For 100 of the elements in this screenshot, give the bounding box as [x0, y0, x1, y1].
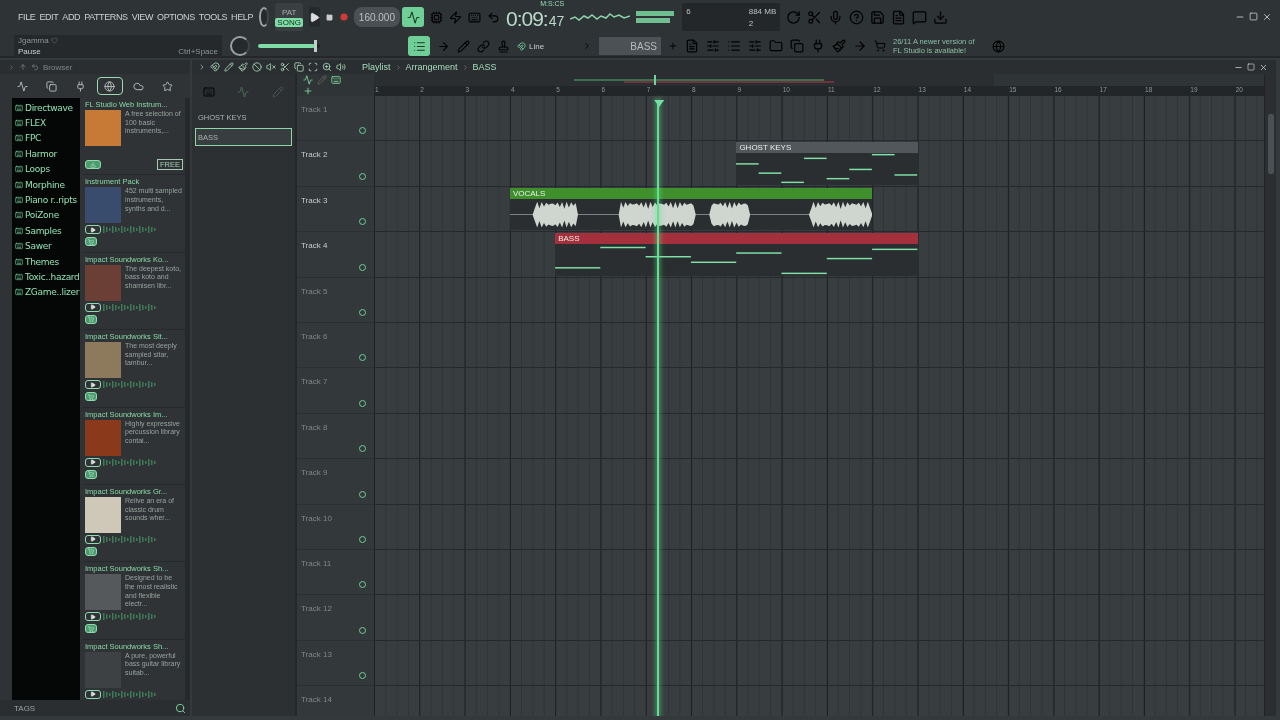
cart-button[interactable] [85, 237, 97, 247]
graph-button[interactable] [402, 7, 424, 27]
browser-tab[interactable] [96, 77, 123, 95]
plug-icon [75, 80, 86, 92]
cart-button[interactable] [85, 392, 97, 402]
close-icon[interactable] [1259, 62, 1268, 72]
vertical-scrollbar[interactable] [1264, 74, 1276, 716]
cart-icon [88, 548, 94, 555]
cart-button[interactable] [85, 546, 97, 556]
track-name: Track 5 [301, 286, 328, 296]
waveform-icon [17, 80, 28, 92]
scan-icon[interactable] [308, 62, 318, 72]
play-icon [90, 691, 96, 698]
browser-folder[interactable]: ZGame..lizer [12, 284, 80, 301]
play-icon [90, 226, 96, 233]
play-icon [90, 304, 96, 311]
star-icon [162, 80, 173, 92]
browser-folder[interactable]: Directwave [12, 100, 80, 116]
play-icon [308, 11, 320, 23]
magnet-icon[interactable] [210, 62, 220, 72]
play-button[interactable] [308, 7, 320, 27]
pitch-knob[interactable] [230, 36, 250, 56]
menu-item[interactable]: FILE [18, 12, 36, 22]
zoom-icon[interactable] [322, 62, 332, 72]
preview-play-button[interactable] [85, 534, 101, 544]
maximize-icon[interactable] [1247, 62, 1255, 71]
browser-folder[interactable]: PoiZone [12, 207, 80, 224]
browser-folder[interactable]: Loops [12, 161, 80, 177]
cart-button[interactable] [85, 624, 97, 634]
browser-folder[interactable]: Morphine [12, 176, 80, 193]
preview-play-button[interactable] [85, 612, 101, 622]
playhead-marker[interactable] [654, 100, 665, 107]
back-icon[interactable] [31, 63, 39, 71]
snap-selector[interactable]: Line [517, 38, 575, 54]
menu-item[interactable]: PATTERNS [84, 12, 128, 22]
folder-icon [15, 119, 23, 128]
slider-thumb[interactable] [314, 40, 318, 52]
preview-play-button[interactable] [85, 457, 101, 467]
browser-folder[interactable]: Toxic..hazard [12, 269, 80, 285]
track-header[interactable]: Track 3 [297, 186, 374, 233]
browser-folder[interactable]: FLEX [12, 115, 80, 131]
track-lane[interactable]: VOCALS [374, 186, 1264, 233]
search-icon[interactable] [175, 702, 186, 714]
track-header[interactable]: Track 2 [297, 141, 374, 187]
browser-title: Browser [43, 62, 73, 72]
main-knob[interactable] [259, 7, 270, 27]
play-icon [90, 381, 96, 388]
menu-item[interactable]: EDIT [39, 12, 59, 22]
tags-label[interactable]: TAGS [14, 703, 36, 713]
select-icon[interactable] [294, 62, 304, 72]
pattern-selector[interactable]: BASS [599, 37, 661, 55]
browser-folder[interactable]: Samples [12, 223, 80, 239]
download-button[interactable] [85, 160, 101, 169]
mode-switch[interactable]: PAT SONG [275, 3, 303, 31]
menu-item[interactable]: OPTIONS [157, 12, 195, 22]
ban-icon[interactable] [252, 62, 262, 72]
mute-icon[interactable] [266, 62, 276, 72]
menu-item[interactable]: TOOLS [198, 12, 228, 22]
mode-option[interactable]: PAT [279, 7, 299, 17]
cart-button[interactable] [85, 314, 97, 324]
browser-folder[interactable]: Harmor [12, 146, 80, 162]
chevron-icon[interactable] [198, 63, 206, 71]
up-arrow-icon[interactable] [19, 63, 27, 71]
browser-folder[interactable]: Themes [12, 253, 80, 270]
play-icon [90, 613, 96, 620]
browser-folder[interactable]: Sawer [12, 238, 80, 254]
playlist-clip[interactable]: VOCALS [509, 187, 873, 231]
browser-folder[interactable]: Piano r..ripts [12, 192, 80, 208]
breadcrumb-item[interactable]: Arrangement [405, 62, 458, 72]
playlist-clip[interactable]: BASS [555, 233, 918, 276]
preview-play-button[interactable] [85, 225, 101, 235]
scissors-icon[interactable] [280, 62, 290, 72]
breadcrumb-item[interactable]: Playlist [362, 62, 391, 72]
mixer-button[interactable] [408, 36, 430, 56]
add-track-icon[interactable] [303, 86, 313, 96]
maximize-icon[interactable] [1249, 12, 1258, 21]
preview-play-button[interactable] [85, 302, 101, 312]
brush-icon[interactable] [238, 62, 248, 72]
menu-item[interactable]: VIEW [131, 12, 154, 22]
play-icon [90, 536, 96, 543]
browser-folder[interactable]: FPC [12, 130, 80, 147]
speaker-icon[interactable] [336, 62, 346, 72]
track-lane[interactable]: BASS [374, 232, 1264, 278]
tempo-display[interactable]: 160.000 [353, 7, 400, 27]
track-name: Track 9 [301, 468, 328, 478]
menu-item[interactable]: ADD [62, 12, 81, 22]
mode-option[interactable]: SONG [275, 17, 303, 27]
track-header[interactable]: Track 4 [297, 232, 374, 278]
cart-button[interactable] [85, 469, 97, 479]
track-lane[interactable]: GHOST KEYS [374, 141, 1264, 187]
track-name: Track 4 [301, 241, 328, 251]
close-icon[interactable] [1262, 12, 1272, 22]
performance-monitor[interactable]: 6 884 MB 2 [682, 3, 781, 31]
folder-icon [15, 196, 23, 205]
menu-item[interactable]: HELP [231, 12, 254, 22]
preview-play-button[interactable] [85, 689, 101, 699]
preview-play-button[interactable] [85, 380, 101, 390]
scrollbar-thumb[interactable] [1267, 114, 1274, 174]
breadcrumb-item[interactable]: BASS [472, 62, 497, 72]
playlist-clip[interactable]: GHOST KEYS [736, 142, 918, 185]
